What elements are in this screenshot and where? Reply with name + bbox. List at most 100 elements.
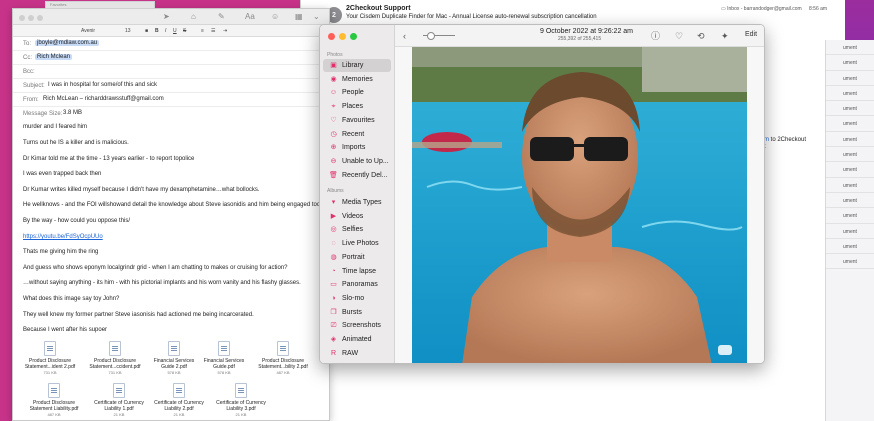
sidebar-item-memories[interactable]: ◉ Memories	[323, 73, 391, 86]
text-format-icon[interactable]: Aa	[245, 12, 255, 22]
cc-field[interactable]: Cc: Rich Mclean	[13, 51, 329, 65]
indent-icon[interactable]: ⇥	[223, 28, 227, 34]
pdf-attachment[interactable]: Financial Services Guide.pdf 578 KB	[193, 341, 255, 375]
document-list-item[interactable]: ument	[826, 55, 874, 71]
text-color-icon[interactable]: ■	[145, 28, 148, 34]
subject-value[interactable]: I was in hospital for some/of this and s…	[48, 82, 157, 88]
document-list-item[interactable]: ument	[826, 40, 874, 56]
emoji-icon[interactable]: ☺	[271, 12, 279, 22]
photos-minimize-button[interactable]	[339, 33, 346, 40]
sidebar-item-label: Memories	[342, 75, 373, 83]
subject-field[interactable]: Subject: I was in hospital for some/of t…	[13, 79, 329, 93]
chevron-down-icon[interactable]: ⌄	[313, 12, 320, 22]
cc-recipient[interactable]: Rich Mclean	[35, 54, 73, 60]
font-size-select[interactable]: 13	[125, 28, 131, 34]
document-list-item[interactable]: ument	[826, 147, 874, 163]
underline-button[interactable]: U	[173, 28, 177, 34]
info-icon[interactable]: ⓘ	[651, 31, 660, 41]
document-list-item[interactable]: ument	[826, 193, 874, 209]
enhance-icon[interactable]: ✦	[721, 31, 729, 41]
document-list-item[interactable]: ument	[826, 71, 874, 86]
sidebar-item-portrait[interactable]: ◍ Portrait	[323, 251, 391, 264]
sidebar-item-label: Videos	[342, 212, 364, 220]
sidebar-item-raw[interactable]: R RAW	[323, 347, 391, 360]
attach-icon[interactable]: ⌂	[191, 12, 196, 22]
favourite-heart-icon[interactable]: ♡	[675, 31, 683, 41]
sidebar-item-selfies[interactable]: ◎ Selfies	[323, 223, 391, 236]
sidebar-item-places[interactable]: ⌖ Places	[323, 100, 391, 113]
bcc-field[interactable]: Bcc:	[13, 65, 329, 79]
mail-time: 8:56 am	[809, 6, 828, 12]
sidebar-item-recently-del[interactable]: 🗑 Recently Del...	[323, 169, 391, 182]
sidebar-item-bursts[interactable]: ❐ Bursts	[323, 306, 391, 319]
panoramas-icon: ▭	[330, 281, 337, 289]
photos-zoom-button[interactable]	[350, 33, 357, 40]
zoom-slider[interactable]	[423, 32, 455, 40]
document-list-item[interactable]: ument	[826, 239, 874, 255]
pdf-attachment[interactable]: Product Disclosure Statement...ident 2.pd…	[19, 341, 81, 375]
pdf-file-icon	[48, 383, 60, 398]
mail-subject: Your Cisdem Duplicate Finder for Mac - A…	[346, 14, 597, 20]
photos-close-button[interactable]	[328, 33, 335, 40]
strike-button[interactable]: S	[183, 28, 186, 34]
favorites-tab[interactable]: Favorites	[45, 1, 155, 9]
sidebar-item-library[interactable]: ▣ Library	[323, 59, 391, 72]
from-field[interactable]: From: Rich McLean – richarddrawsstuff@gm…	[13, 93, 329, 107]
document-list-item[interactable]: ument	[826, 178, 874, 193]
document-list-item[interactable]: ument	[826, 86, 874, 102]
sidebar-item-time-lapse[interactable]: ◔ Time lapse	[323, 265, 391, 278]
send-icon[interactable]: ➤	[163, 12, 170, 22]
slo-mo-icon: ◑	[331, 294, 336, 302]
pdf-attachment[interactable]: Certificate of Currency Liability 1.pdf 21…	[88, 383, 150, 417]
sidebar-item-recent[interactable]: ◷ Recent	[323, 128, 391, 141]
sidebar-item-label: Screenshots	[342, 322, 381, 330]
font-select[interactable]: Avenir	[81, 28, 95, 34]
pdf-attachment[interactable]: Certificate of Currency Liability 2.pdf 21…	[148, 383, 210, 417]
pdf-attachment[interactable]: Product Disclosure Statement...ccident.pd…	[84, 341, 146, 375]
from-value[interactable]: Rich McLean – richarddrawsstuff@gmail.co…	[43, 96, 164, 102]
document-list-item[interactable]: ument	[826, 101, 874, 117]
sidebar-item-unable-to-up[interactable]: ⊖ Unable to Up...	[323, 155, 391, 168]
sidebar-item-media-types[interactable]: ▾ Media Types	[323, 196, 391, 209]
sidebar-item-people[interactable]: ☺ People	[323, 86, 391, 99]
sidebar-item-label: Live Photos	[342, 240, 379, 248]
to-field[interactable]: To: jboyle@mdlaw.com.au	[13, 37, 329, 51]
italic-button[interactable]: I	[165, 28, 166, 34]
align-icon[interactable]: ≡	[201, 28, 204, 34]
sidebar-item-live-photos[interactable]: ◌ Live Photos	[323, 237, 391, 250]
animated-icon: ◈	[330, 336, 337, 343]
zoom-button[interactable]	[37, 15, 43, 21]
rotate-icon[interactable]: ⟲	[697, 31, 705, 41]
sidebar-item-favourites[interactable]: ♡ Favourites	[323, 114, 391, 127]
bold-button[interactable]: B	[155, 28, 159, 34]
attachment-size: 21 KB	[235, 412, 247, 417]
document-list-item[interactable]: ument	[826, 224, 874, 239]
back-chevron-icon[interactable]: ‹	[403, 31, 406, 41]
youtube-link[interactable]: https://youtu.be/FdSyOcpUUo	[23, 234, 103, 240]
sidebar-item-imports[interactable]: ⊕ Imports	[323, 141, 391, 154]
document-list-item[interactable]: ument	[826, 208, 874, 224]
close-button[interactable]	[19, 15, 25, 21]
list-icon[interactable]: ☰	[211, 28, 215, 34]
pdf-attachment[interactable]: Product Disclosure Statement Liability.pd…	[23, 383, 85, 417]
selfies-icon: ◎	[330, 226, 337, 234]
markup-icon[interactable]: ✎	[218, 12, 225, 22]
sidebar-item-animated[interactable]: ◈ Animated	[323, 333, 391, 346]
document-list-item[interactable]: ument	[826, 254, 874, 270]
live-photos-icon: ◌	[331, 240, 336, 248]
pdf-attachment[interactable]: Certificate of Currency Liability 3.pdf 21…	[210, 383, 272, 417]
time-lapse-icon: ◔	[331, 267, 336, 275]
sidebar-item-screenshots[interactable]: ⎚ Screenshots	[323, 319, 391, 332]
sidebar-item-panoramas[interactable]: ▭ Panoramas	[323, 278, 391, 291]
document-list-item[interactable]: ument	[826, 132, 874, 148]
pdf-attachment[interactable]: Product Disclosure Statement...bility 2.p…	[252, 341, 314, 375]
sidebar-item-videos[interactable]: ▶ Videos	[323, 210, 391, 223]
sidebar-item-slo-mo[interactable]: ◑ Slo-mo	[323, 292, 391, 305]
minimize-button[interactable]	[28, 15, 34, 21]
document-list-item[interactable]: ument	[826, 116, 874, 132]
attachment-size: 487 KB	[47, 412, 61, 417]
photo-browser-icon[interactable]: ▦	[295, 12, 303, 22]
to-recipient[interactable]: jboyle@mdlaw.com.au	[35, 40, 100, 46]
document-list-item[interactable]: ument	[826, 162, 874, 178]
edit-button[interactable]: Edit	[745, 31, 757, 38]
